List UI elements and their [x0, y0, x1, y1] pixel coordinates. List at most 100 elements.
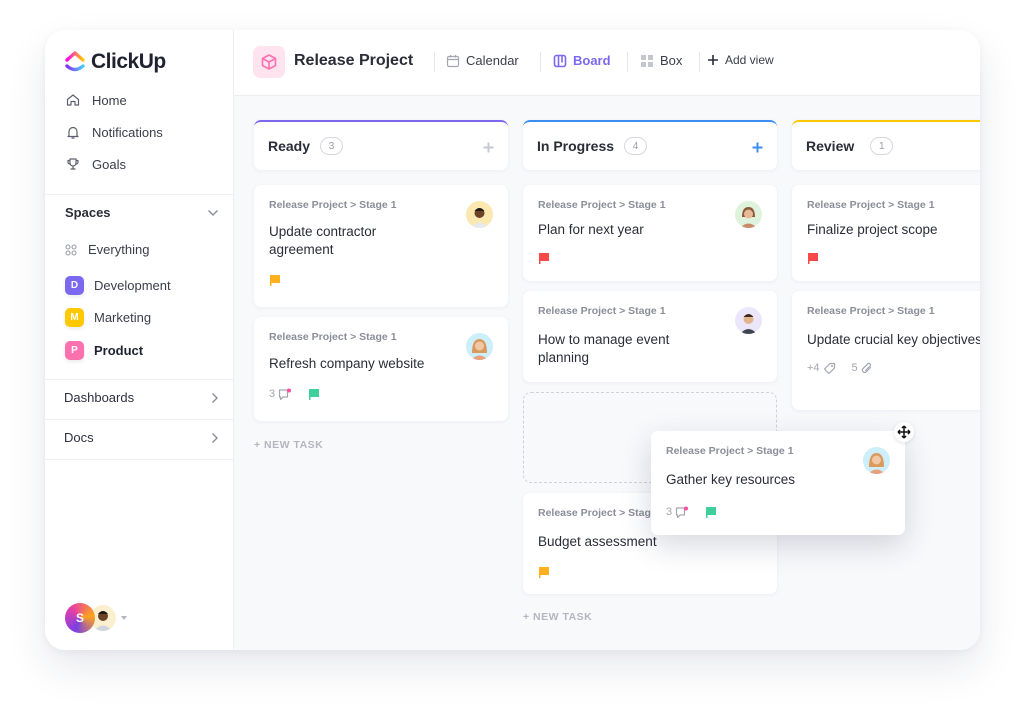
spaces-label: Spaces	[65, 205, 111, 220]
task-meta: 3	[269, 387, 493, 401]
everything-label: Everything	[88, 242, 150, 257]
task-title: Update crucial key objectives	[807, 332, 980, 347]
column-title: Ready	[268, 138, 311, 154]
comment-icon	[279, 388, 292, 400]
chevron-right-icon	[212, 392, 218, 403]
column-in-progress: In Progress 4 Release Project > Stage 1 …	[523, 120, 777, 623]
app-window: ClickUp Home Notifications Goals Spaces …	[45, 30, 980, 650]
priority-flag-icon[interactable]	[807, 252, 819, 264]
space-badge-development: D	[65, 276, 84, 295]
tag-icon	[823, 362, 835, 374]
task-meta	[538, 565, 762, 579]
task-meta	[807, 251, 980, 265]
space-everything[interactable]: Everything	[65, 242, 149, 257]
new-task-button[interactable]: + NEW TASK	[254, 439, 323, 451]
tab-separator	[627, 52, 628, 72]
tab-label: Calendar	[466, 53, 519, 68]
nav-notifications[interactable]: Notifications	[65, 124, 163, 140]
chevron-right-icon	[212, 432, 218, 443]
task-card[interactable]: Release Project > Stage 1 Update contrac…	[254, 185, 508, 307]
sidebar: ClickUp Home Notifications Goals Spaces …	[45, 30, 234, 650]
comments-number: 3	[269, 388, 276, 400]
comments-count[interactable]: 3	[269, 388, 292, 401]
board-icon	[553, 54, 567, 67]
column-review: Review 1 Release Project > Stage 1 Final…	[792, 120, 980, 410]
space-product[interactable]: P Product	[65, 341, 143, 360]
task-card[interactable]: Release Project > Stage 1 Refresh compan…	[254, 317, 508, 421]
assignee-avatar[interactable]	[466, 201, 493, 228]
comments-count[interactable]: 3	[666, 506, 689, 519]
add-view-button[interactable]: Add view	[707, 53, 774, 67]
comments-number: 3	[666, 506, 673, 518]
task-breadcrumb: Release Project > Stage 1	[538, 199, 666, 211]
clickup-logo[interactable]: ClickUp	[65, 50, 166, 74]
space-label: Product	[94, 343, 144, 358]
docs-link[interactable]: Docs	[64, 430, 219, 445]
space-label: Marketing	[94, 310, 152, 325]
move-cursor[interactable]	[894, 422, 914, 442]
chevron-down-icon[interactable]	[207, 209, 219, 217]
task-title: Refresh company website	[269, 356, 425, 371]
priority-flag-icon[interactable]	[538, 566, 550, 578]
box-grid-icon	[641, 54, 653, 67]
nav-notifications-label: Notifications	[92, 124, 163, 140]
assignee-avatar[interactable]	[466, 333, 493, 360]
column-header: Review 1	[792, 120, 980, 170]
tab-label: Box	[660, 53, 683, 68]
attachments-number: 5	[851, 362, 858, 374]
topbar: Release Project Calendar Board Box Add v…	[234, 30, 980, 96]
calendar-icon	[446, 54, 460, 67]
tab-separator	[699, 52, 700, 72]
task-card[interactable]: Release Project > Stage 1 Plan for next …	[523, 185, 777, 281]
spaces-header[interactable]: Spaces	[65, 205, 219, 220]
task-card[interactable]: Release Project > Stage 1 Update crucial…	[792, 291, 980, 410]
task-meta: 3	[666, 505, 890, 519]
add-task-icon[interactable]	[752, 142, 763, 153]
tab-box[interactable]: Box	[640, 53, 682, 68]
add-task-icon[interactable]	[483, 142, 494, 153]
task-breadcrumb: Release Project > Stage 1	[269, 331, 397, 343]
column-title: In Progress	[537, 138, 615, 154]
assignee-avatar[interactable]	[863, 447, 890, 474]
comment-icon	[676, 506, 689, 518]
main-area: Release Project Calendar Board Box Add v…	[234, 30, 980, 650]
dashboards-link[interactable]: Dashboards	[64, 390, 219, 405]
priority-flag-icon[interactable]	[308, 388, 320, 400]
plus-icon	[708, 55, 718, 65]
divider	[45, 194, 233, 195]
assignee-avatar[interactable]	[735, 307, 762, 334]
user-menu[interactable]: S	[65, 603, 127, 633]
task-title: Finalize project scope	[807, 222, 938, 237]
priority-flag-icon[interactable]	[269, 274, 281, 286]
task-card[interactable]: Release Project > Stage 1 Finalize proje…	[792, 185, 980, 281]
assignee-avatar[interactable]	[735, 201, 762, 228]
attachments-count[interactable]: 5	[852, 362, 873, 375]
tab-separator	[434, 52, 435, 72]
home-icon	[66, 94, 80, 106]
task-title: Gather key resources	[666, 472, 796, 487]
nav-goals-label: Goals	[92, 156, 126, 172]
add-view-label: Add view	[725, 53, 774, 67]
tags-count[interactable]: +4	[807, 362, 836, 375]
dragging-task-card[interactable]: Release Project > Stage 1 Gather key res…	[651, 431, 905, 535]
tags-number: +4	[807, 362, 820, 374]
tab-calendar[interactable]: Calendar	[446, 53, 519, 68]
new-task-button[interactable]: + NEW TASK	[523, 611, 592, 623]
nav-home[interactable]: Home	[65, 92, 127, 108]
space-badge-marketing: M	[65, 308, 84, 327]
task-title: Budget assessment	[538, 534, 657, 549]
column-count: 1	[870, 137, 894, 155]
space-marketing[interactable]: M Marketing	[65, 308, 151, 327]
nav-goals[interactable]: Goals	[65, 156, 126, 172]
priority-flag-icon[interactable]	[538, 252, 550, 264]
paperclip-icon	[861, 362, 871, 373]
dashboards-label: Dashboards	[64, 390, 135, 405]
tab-board[interactable]: Board	[553, 53, 611, 68]
divider	[45, 419, 233, 420]
priority-flag-icon[interactable]	[705, 506, 717, 518]
task-title: Update contractor agreement	[269, 224, 377, 257]
task-card[interactable]: Release Project > Stage 1 How to manage …	[523, 291, 777, 382]
logo-text: ClickUp	[91, 50, 166, 73]
space-development[interactable]: D Development	[65, 276, 171, 295]
tab-label: Board	[573, 53, 611, 68]
